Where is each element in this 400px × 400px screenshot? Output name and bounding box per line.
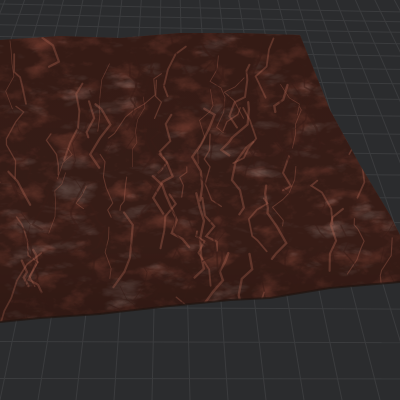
- 3d-viewport[interactable]: [0, 0, 400, 400]
- viewport-scene[interactable]: [0, 0, 400, 400]
